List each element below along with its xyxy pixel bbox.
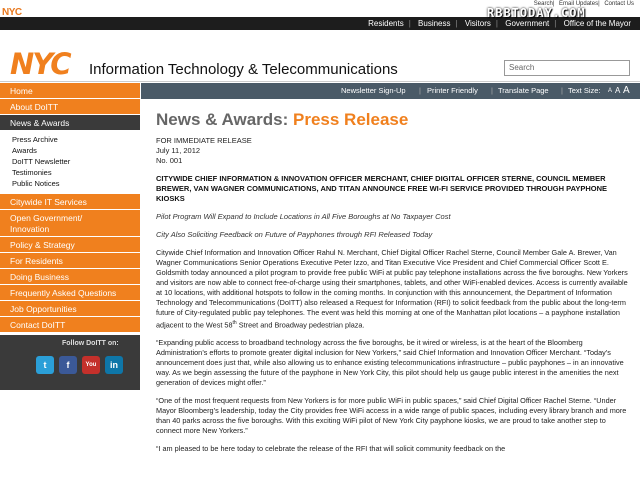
youtube-icon[interactable]: You bbox=[82, 356, 100, 374]
agency-title: Information Technology & Telecommunicati… bbox=[89, 61, 398, 78]
text-size-medium[interactable]: A bbox=[615, 83, 620, 99]
nav-office-of-the-mayor[interactable]: Office of the Mayor bbox=[559, 19, 636, 28]
subheadline-1: Pilot Program Will Expand to Include Loc… bbox=[156, 212, 451, 221]
nav-residents[interactable]: Residents bbox=[363, 19, 409, 28]
text-size-label: Text Size: bbox=[568, 86, 601, 95]
newsletter-signup-link[interactable]: Newsletter Sign-Up bbox=[341, 83, 406, 99]
sidebar-item-home[interactable]: Home bbox=[0, 83, 140, 99]
sidebar-item-contact[interactable]: Contact DoITT bbox=[0, 317, 140, 333]
linkedin-icon[interactable]: in bbox=[105, 356, 123, 374]
sidebar-item-open-government[interactable]: Open Government/Innovation bbox=[0, 210, 140, 237]
sidebar-item-faq[interactable]: Frequently Asked Questions bbox=[0, 285, 140, 301]
twitter-icon[interactable]: t bbox=[36, 356, 54, 374]
sidebar-sub-newsletter[interactable]: DoITT Newsletter bbox=[12, 156, 140, 167]
paragraph-2: “Expanding public access to broadband te… bbox=[156, 338, 624, 388]
search-input[interactable]: Search bbox=[504, 60, 630, 76]
release-number: No. 001 bbox=[156, 156, 183, 165]
sidebar-item-policy[interactable]: Policy & Strategy bbox=[0, 237, 140, 253]
follow-label: Follow DoITT on: bbox=[62, 340, 119, 347]
sidebar-sub-testimonies[interactable]: Testimonies bbox=[12, 167, 140, 178]
page-title: News & Awards: Press Release bbox=[156, 110, 409, 129]
paragraph-1: Citywide Chief Information and Innovatio… bbox=[156, 248, 628, 330]
follow-panel: Follow DoITT on: t f You in bbox=[0, 335, 140, 390]
paragraph-3: “One of the most frequent requests from … bbox=[156, 396, 627, 436]
top-bar: NYC gov always open Search| Email Update… bbox=[0, 0, 640, 30]
watermark: RBBTODAY.COM bbox=[487, 6, 586, 20]
nav-government[interactable]: Government bbox=[500, 19, 554, 28]
sidebar-item-news-awards[interactable]: News & Awards bbox=[0, 115, 140, 131]
subheadline-2: City Also Soliciting Feedback on Future … bbox=[156, 230, 433, 239]
sidebar-sub-public-notices[interactable]: Public Notices bbox=[12, 178, 140, 189]
paragraph-4: “I am pleased to be here today to celebr… bbox=[156, 444, 506, 454]
text-size-large[interactable]: A bbox=[623, 83, 630, 99]
text-size-small[interactable]: A bbox=[608, 83, 612, 99]
sidebar-item-jobs[interactable]: Job Opportunities bbox=[0, 301, 140, 317]
sidebar-item-residents[interactable]: For Residents bbox=[0, 253, 140, 269]
sidebar-sub-press-archive[interactable]: Press Archive bbox=[12, 134, 140, 145]
sidebar-item-business[interactable]: Doing Business bbox=[0, 269, 140, 285]
sidebar-sub-awards[interactable]: Awards bbox=[12, 145, 140, 156]
nav-business[interactable]: Business bbox=[413, 19, 455, 28]
translate-page-link[interactable]: Translate Page bbox=[498, 83, 549, 99]
printer-friendly-link[interactable]: Printer Friendly bbox=[427, 83, 478, 99]
contact-us-link[interactable]: Contact Us bbox=[604, 1, 634, 7]
sidebar: Home About DoITT News & Awards Press Arc… bbox=[0, 83, 140, 499]
nyc-logo[interactable]: NYC bbox=[10, 49, 84, 79]
release-date: July 11, 2012 bbox=[156, 146, 201, 155]
facebook-icon[interactable]: f bbox=[59, 356, 77, 374]
site-header: NYC Information Technology & Telecommuni… bbox=[0, 30, 640, 82]
nav-visitors[interactable]: Visitors bbox=[460, 19, 496, 28]
release-label: FOR IMMEDIATE RELEASE bbox=[156, 136, 252, 145]
sidebar-sub-list: Press Archive Awards DoITT Newsletter Te… bbox=[0, 131, 140, 194]
main-content: News & Awards: Press Release FOR IMMEDIA… bbox=[156, 110, 632, 454]
sidebar-item-about[interactable]: About DoITT bbox=[0, 99, 140, 115]
sidebar-item-citywide-it[interactable]: Citywide IT Services bbox=[0, 194, 140, 210]
page-utility-bar: Newsletter Sign-Up | Printer Friendly | … bbox=[141, 83, 640, 99]
press-headline: CITYWIDE CHIEF INFORMATION & INNOVATION … bbox=[156, 174, 607, 203]
